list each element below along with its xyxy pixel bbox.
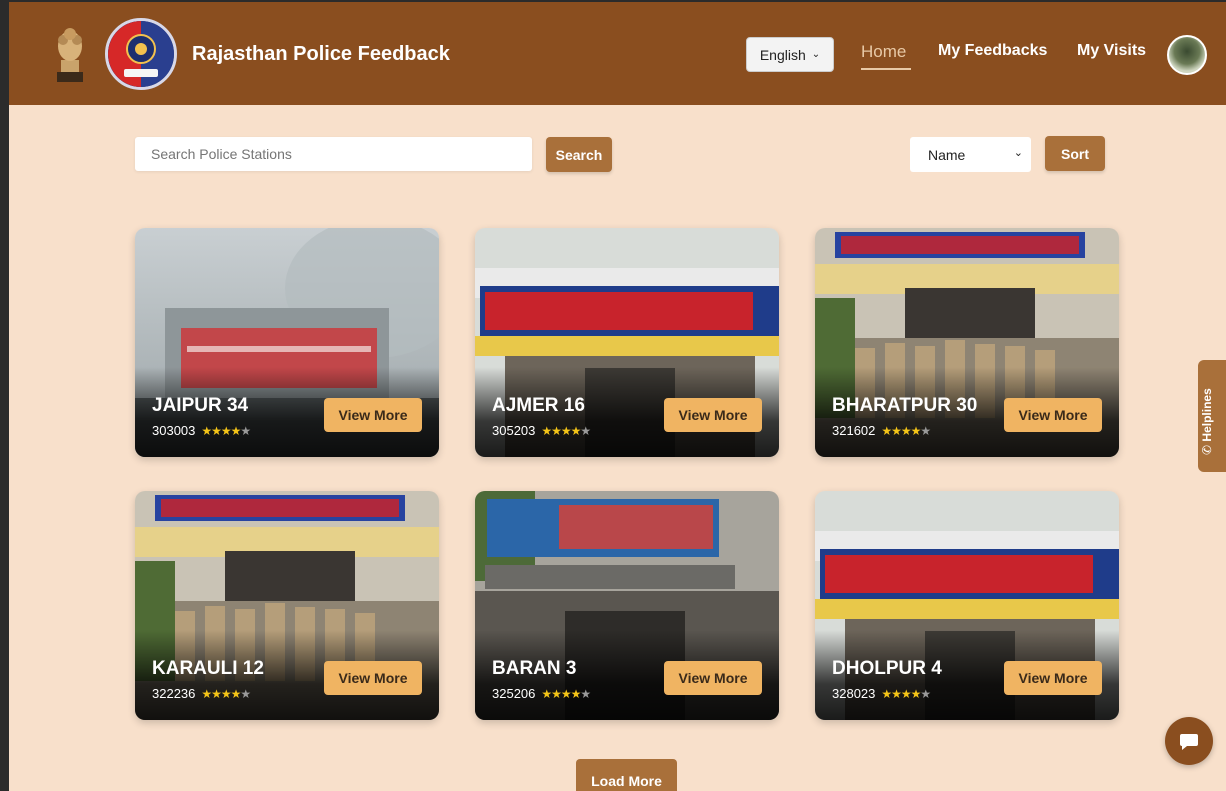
- view-more-button[interactable]: View More: [324, 661, 422, 695]
- station-name: KARAULI 12: [152, 658, 264, 679]
- pin-code: 328023: [832, 686, 876, 701]
- phone-icon: ✆: [1200, 444, 1214, 455]
- load-more-button[interactable]: Load More: [576, 759, 677, 791]
- rating-stars-icon: ★★★★★: [881, 686, 931, 701]
- rating-stars-icon: ★★★★★: [881, 423, 931, 438]
- station-pin: 305203 ★★★★★: [492, 423, 591, 438]
- station-pin: 303003 ★★★★★: [152, 423, 251, 438]
- search-button[interactable]: Search: [546, 137, 612, 172]
- pin-code: 325206: [492, 686, 536, 701]
- pin-code: 305203: [492, 423, 536, 438]
- pin-code: 321602: [832, 423, 876, 438]
- chevron-down-icon: ⌄: [1013, 147, 1023, 159]
- chat-button[interactable]: [1165, 717, 1213, 765]
- pin-code: 322236: [152, 686, 196, 701]
- app-title: Rajasthan Police Feedback: [192, 43, 450, 65]
- station-card[interactable]: BARAN 3 325206 ★★★★★ View More: [475, 491, 779, 720]
- helplines-label[interactable]: ✆ Helplines: [1200, 388, 1214, 455]
- rating-stars-icon: ★★★★★: [541, 423, 591, 438]
- station-card[interactable]: BHARATPUR 30 321602 ★★★★★ View More: [815, 228, 1119, 457]
- sort-value: Name: [928, 146, 966, 163]
- pin-code: 303003: [152, 423, 196, 438]
- station-name: AJMER 16: [492, 395, 585, 416]
- station-name: JAIPUR 34: [152, 395, 249, 416]
- station-name: BHARATPUR 30: [832, 395, 978, 416]
- chat-bubble-icon: [1180, 734, 1198, 750]
- search-input[interactable]: [135, 137, 532, 171]
- station-pin: 321602 ★★★★★: [832, 423, 931, 438]
- rating-stars-icon: ★★★★★: [201, 423, 251, 438]
- user-avatar[interactable]: [1167, 35, 1207, 75]
- view-more-button[interactable]: View More: [664, 398, 762, 432]
- navbar: Rajasthan Police Feedback English ⌄ Home…: [9, 2, 1226, 105]
- nav-home-active-indicator: [861, 68, 911, 70]
- chevron-down-icon: ⌄: [811, 49, 821, 60]
- station-pin: 322236 ★★★★★: [152, 686, 251, 701]
- view-more-button[interactable]: View More: [664, 661, 762, 695]
- view-more-button[interactable]: View More: [1004, 398, 1102, 432]
- view-more-button[interactable]: View More: [1004, 661, 1102, 695]
- station-card[interactable]: JAIPUR 34 303003 ★★★★★ View More: [135, 228, 439, 457]
- station-name: BARAN 3: [492, 658, 577, 679]
- station-card[interactable]: KARAULI 12 322236 ★★★★★ View More: [135, 491, 439, 720]
- station-name: DHOLPUR 4: [832, 658, 942, 679]
- language-select[interactable]: English ⌄: [746, 37, 834, 72]
- view-more-button[interactable]: View More: [324, 398, 422, 432]
- station-card[interactable]: AJMER 16 305203 ★★★★★ View More: [475, 228, 779, 457]
- sort-button[interactable]: Sort: [1045, 136, 1105, 171]
- station-pin: 328023 ★★★★★: [832, 686, 931, 701]
- national-emblem-icon: [57, 28, 83, 82]
- rating-stars-icon: ★★★★★: [201, 686, 251, 701]
- station-pin: 325206 ★★★★★: [492, 686, 591, 701]
- language-value: English: [759, 46, 806, 63]
- sort-select[interactable]: Name ⌄: [910, 137, 1031, 172]
- nav-my-feedbacks[interactable]: My Feedbacks: [938, 42, 1047, 60]
- station-card[interactable]: DHOLPUR 4 328023 ★★★★★ View More: [815, 491, 1119, 720]
- nav-my-visits[interactable]: My Visits: [1077, 42, 1146, 60]
- rajasthan-police-logo-icon: [105, 18, 177, 90]
- window-frame-left: [0, 0, 9, 791]
- nav-home[interactable]: Home: [861, 42, 906, 62]
- rating-stars-icon: ★★★★★: [541, 686, 591, 701]
